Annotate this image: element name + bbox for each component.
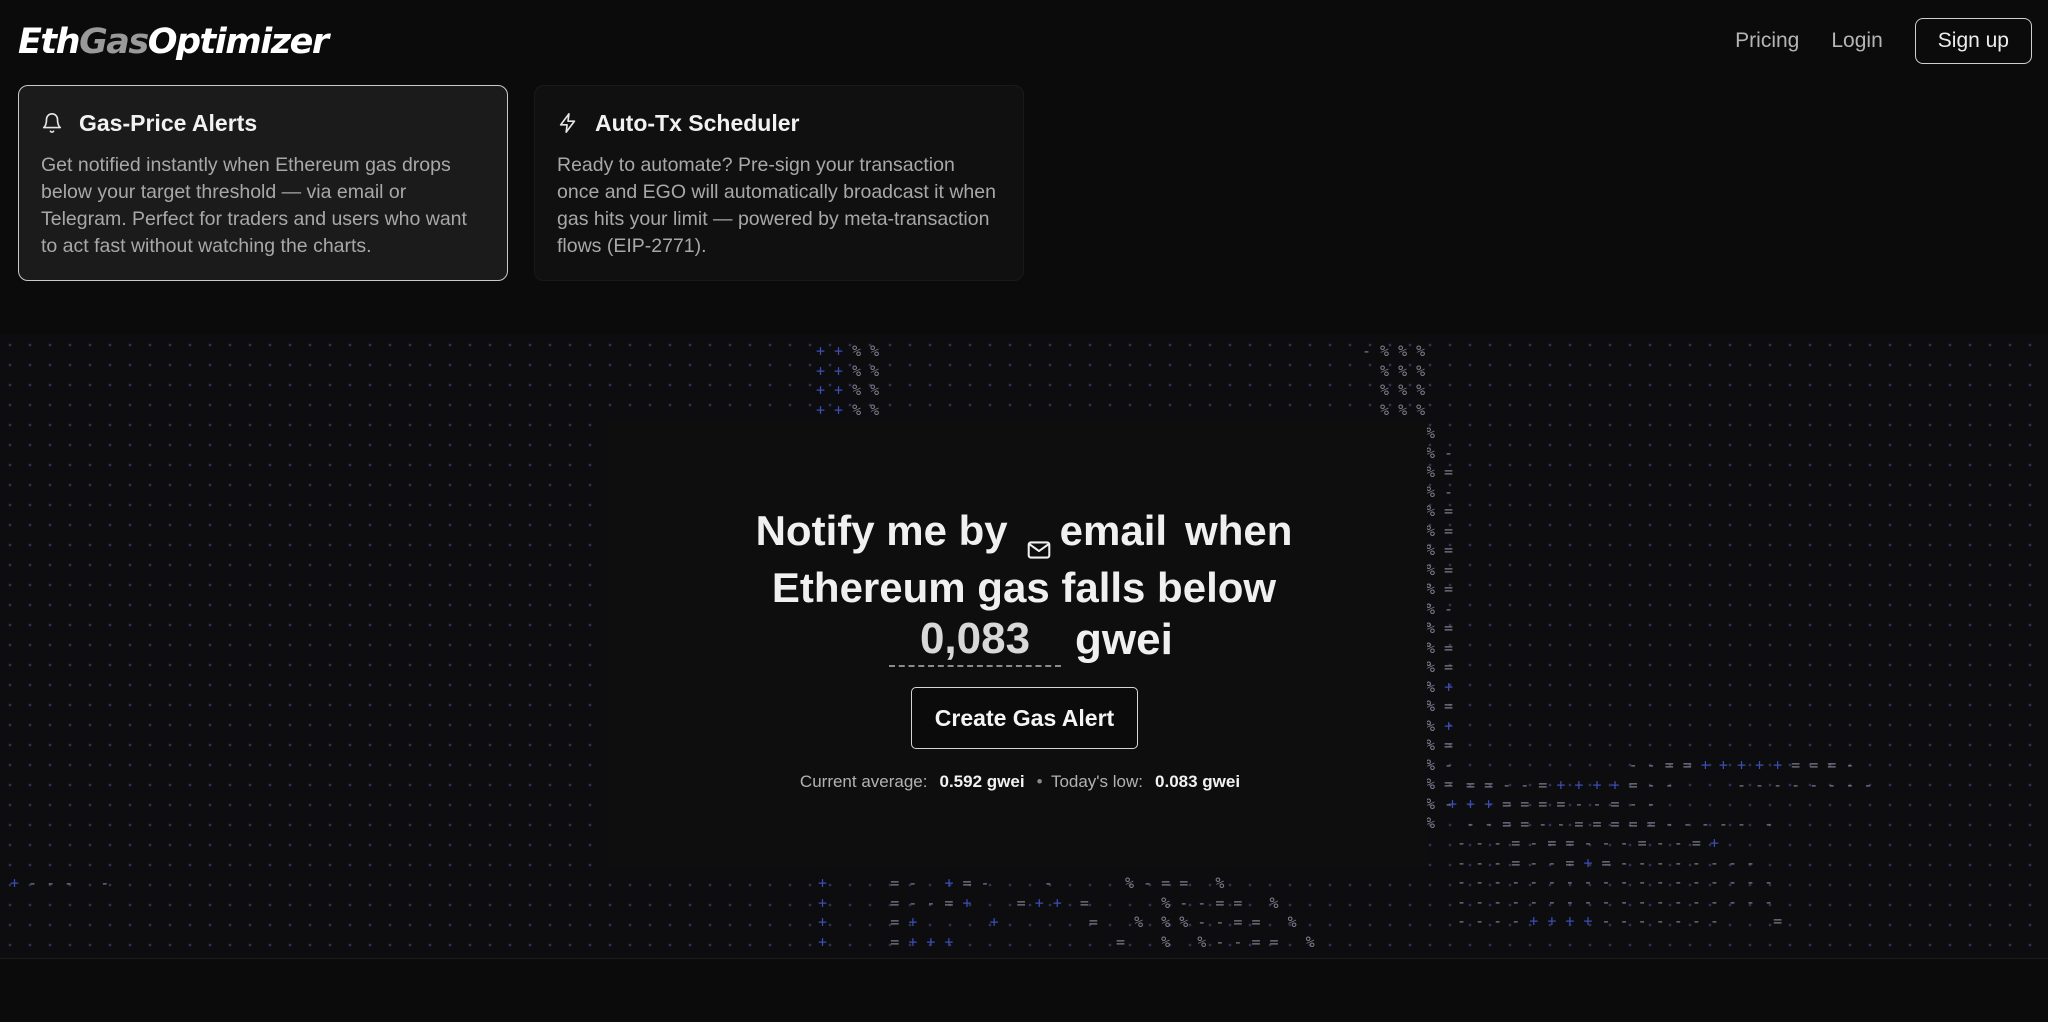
current-average-value: 0.592 gwei (939, 772, 1025, 791)
hero-sentence-line-1: Notify me by email when (0, 503, 2048, 559)
feature-card-header: Auto-Tx Scheduler (557, 108, 1001, 138)
bell-icon (41, 112, 63, 134)
create-gas-alert-button[interactable]: Create Gas Alert (911, 687, 1138, 749)
ascii-glyph-cluster: + - - - - (10, 874, 110, 892)
stats-separator: • (1036, 772, 1043, 791)
hero-sentence-line-2: Ethereum gas falls below (771, 564, 1277, 611)
mail-icon (1026, 521, 1052, 559)
feature-card-auto-tx[interactable]: Auto-Tx Scheduler Ready to automate? Pre… (534, 85, 1024, 281)
feature-card-title: Auto-Tx Scheduler (595, 109, 800, 136)
top-nav: Pricing Login Sign up (1735, 17, 2032, 64)
notification-channel-select[interactable]: email (1060, 507, 1167, 554)
brand-logo[interactable]: EthGasOptimizer (18, 18, 329, 66)
hero-when: when (1185, 507, 1293, 554)
ascii-glyph-cluster: + + % % + + % % + + % % + + % % (816, 342, 880, 419)
gas-stats: Current average: 0.592 gwei • Today's low:… (0, 772, 2048, 792)
ascii-glyph-cluster: + = - + = - - % - = = % + = - - = + = + … (818, 874, 1315, 951)
current-average-label: Current average: (799, 772, 928, 791)
feature-card-description: Get notified instantly when Ethereum gas… (41, 154, 467, 257)
threshold-row: 0,083 gwei (889, 612, 1173, 668)
feature-card-description: Ready to automate? Pre-sign your transac… (557, 154, 996, 257)
lightning-icon (557, 112, 579, 134)
brand-part-2: Gas (79, 22, 149, 62)
todays-low-value: 0.083 gwei (1155, 772, 1241, 791)
gas-threshold-input[interactable]: 0,083 (889, 613, 1061, 667)
signup-button[interactable]: Sign up (1914, 17, 2032, 64)
nav-login-link[interactable]: Login (1831, 29, 1882, 53)
threshold-unit: gwei (1075, 615, 1173, 664)
brand-part-1: Eth (18, 22, 81, 62)
nav-pricing-link[interactable]: Pricing (1735, 29, 1799, 53)
feature-card-gas-alerts[interactable]: Gas-Price Alerts Get notified instantly … (18, 85, 508, 281)
todays-low-label: Today's low: (1050, 772, 1144, 791)
feature-card-header: Gas-Price Alerts (41, 108, 485, 138)
feature-card-title: Gas-Price Alerts (79, 109, 258, 136)
brand-part-3: Optimizer (147, 22, 329, 62)
hero-prefix: Notify me by (755, 507, 1008, 554)
